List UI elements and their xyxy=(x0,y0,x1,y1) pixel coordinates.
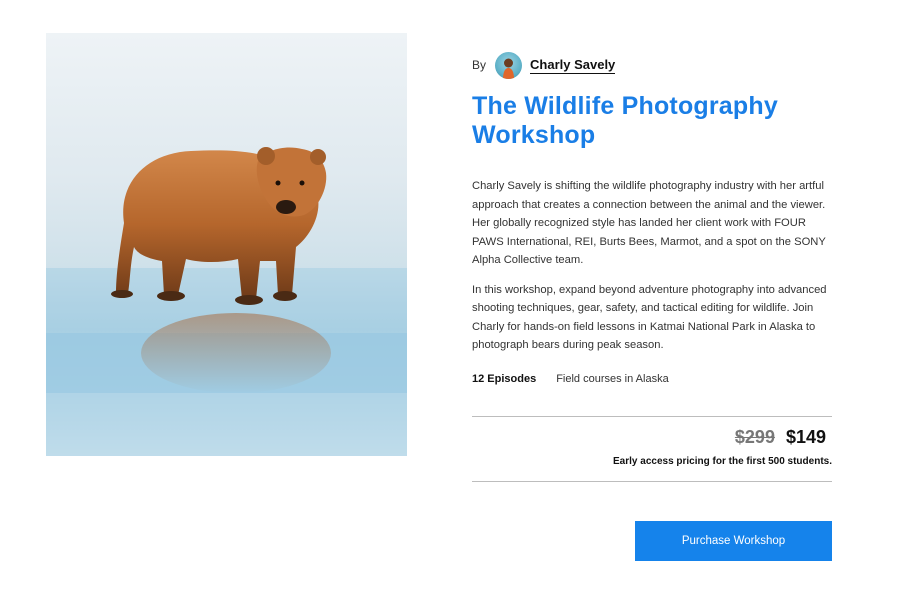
workshop-details: By Charly Savely The Wildlife Photograph… xyxy=(472,50,832,388)
sale-price: $149 xyxy=(785,427,826,447)
avatar-portrait-icon xyxy=(503,58,515,79)
pricing-section: $299 $149 Early access pricing for the f… xyxy=(472,416,832,482)
price-row: $299 $149 xyxy=(735,427,826,448)
bear-illustration xyxy=(46,147,407,456)
author-name-link[interactable]: Charly Savely xyxy=(530,57,616,74)
original-price: $299 xyxy=(734,427,775,447)
workshop-description-1: Charly Savely is shifting the wildlife p… xyxy=(472,180,826,266)
field-courses-label: Field courses in Alaska xyxy=(556,372,669,385)
hero-image-bear xyxy=(46,33,407,456)
workshop-description-2: In this workshop, expand beyond adventur… xyxy=(472,283,827,352)
purchase-workshop-button[interactable]: Purchase Workshop xyxy=(635,521,832,561)
author-avatar[interactable] xyxy=(495,51,523,79)
workshop-title: The Wildlife Photography Workshop xyxy=(472,92,778,149)
early-access-note: Early access pricing for the first 500 s… xyxy=(613,456,832,467)
episode-count: 12 Episodes xyxy=(472,372,537,385)
workshop-meta: 12 Episodes Field courses in Alaska xyxy=(472,370,832,388)
byline: By Charly Savely xyxy=(472,50,832,80)
by-label: By xyxy=(472,58,487,72)
